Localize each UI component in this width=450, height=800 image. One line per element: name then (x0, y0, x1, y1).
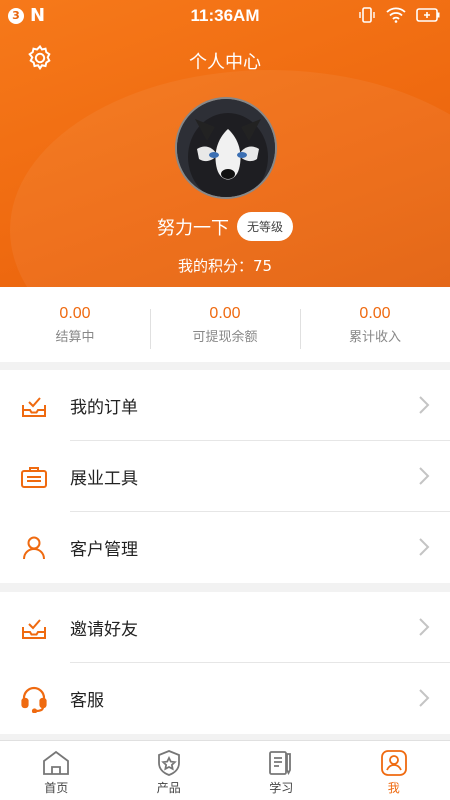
menu-label: 展业工具 (70, 469, 138, 489)
system-icons (358, 6, 440, 24)
tab-home[interactable]: 首页 (0, 741, 113, 800)
stat-value: 0.00 (59, 304, 91, 322)
vibrate-icon (359, 7, 375, 23)
tab-me[interactable]: 我 (338, 741, 450, 800)
profile-header: 3 N 11:36AM 个人中心 努力一下 无等级 我的积分：75 (0, 0, 450, 287)
menu-label: 邀请好友 (70, 620, 138, 640)
menu-item-customers[interactable]: 客户管理 (0, 512, 450, 583)
level-badge[interactable]: 无等级 (236, 212, 293, 241)
notebook-pen-icon (269, 751, 292, 776)
stat-value: 0.00 (209, 304, 241, 322)
points-text[interactable]: 我的积分：75 (0, 255, 450, 276)
tab-learning[interactable]: 学习 (225, 741, 338, 800)
chevron-right-icon (419, 618, 430, 636)
user-avatar[interactable] (175, 97, 277, 199)
chevron-right-icon (419, 396, 430, 414)
stat-settling[interactable]: 0.00 结算中 (0, 305, 150, 345)
stat-label: 结算中 (55, 329, 95, 345)
menu-item-invite-friends[interactable]: 邀请好友 (0, 592, 450, 663)
stat-label: 累计收入 (348, 329, 401, 345)
bottom-tab-bar: 首页 产品 学习 我 (0, 740, 450, 800)
earnings-stats: 0.00 结算中 0.00 可提现余额 0.00 累计收入 (0, 287, 450, 362)
shield-star-icon (157, 750, 180, 776)
husky-avatar-image (177, 99, 275, 197)
menu-label: 客户管理 (70, 540, 138, 560)
menu-label: 我的订单 (70, 398, 138, 418)
menu-item-customer-service[interactable]: 客服 (0, 663, 450, 734)
stat-total-income[interactable]: 0.00 累计收入 (300, 304, 450, 349)
tab-label: 产品 (156, 781, 181, 795)
order-tray-icon (20, 392, 48, 420)
page-title: 个人中心 (189, 52, 261, 73)
person-icon (20, 534, 48, 562)
invite-tray-icon (20, 614, 48, 642)
headset-icon (20, 685, 48, 713)
menu-item-my-orders[interactable]: 我的订单 (0, 370, 450, 441)
status-bar: 3 N 11:36AM (0, 0, 450, 32)
tab-label: 我 (387, 781, 400, 795)
user-name-row: 努力一下 无等级 (0, 212, 450, 241)
chevron-right-icon (419, 689, 430, 707)
tab-label: 学习 (269, 781, 294, 795)
stat-value: 0.00 (359, 304, 391, 322)
stat-withdrawable[interactable]: 0.00 可提现余额 (150, 304, 300, 349)
home-icon (43, 750, 70, 775)
menu-label: 客服 (70, 691, 104, 711)
stat-label: 可提现余额 (192, 329, 258, 345)
user-name: 努力一下 (156, 217, 229, 239)
tab-label: 首页 (44, 781, 69, 795)
battery-icon (416, 8, 440, 22)
wifi-icon (386, 7, 406, 23)
menu-item-tools[interactable]: 展业工具 (0, 441, 450, 512)
briefcase-icon (20, 463, 48, 491)
menu-group-secondary: 邀请好友 客服 (0, 592, 450, 734)
tab-products[interactable]: 产品 (113, 741, 226, 800)
menu-group-main: 我的订单 展业工具 客户管理 (0, 370, 450, 583)
profile-icon (380, 750, 407, 776)
chevron-right-icon (419, 538, 430, 556)
chevron-right-icon (419, 467, 430, 485)
